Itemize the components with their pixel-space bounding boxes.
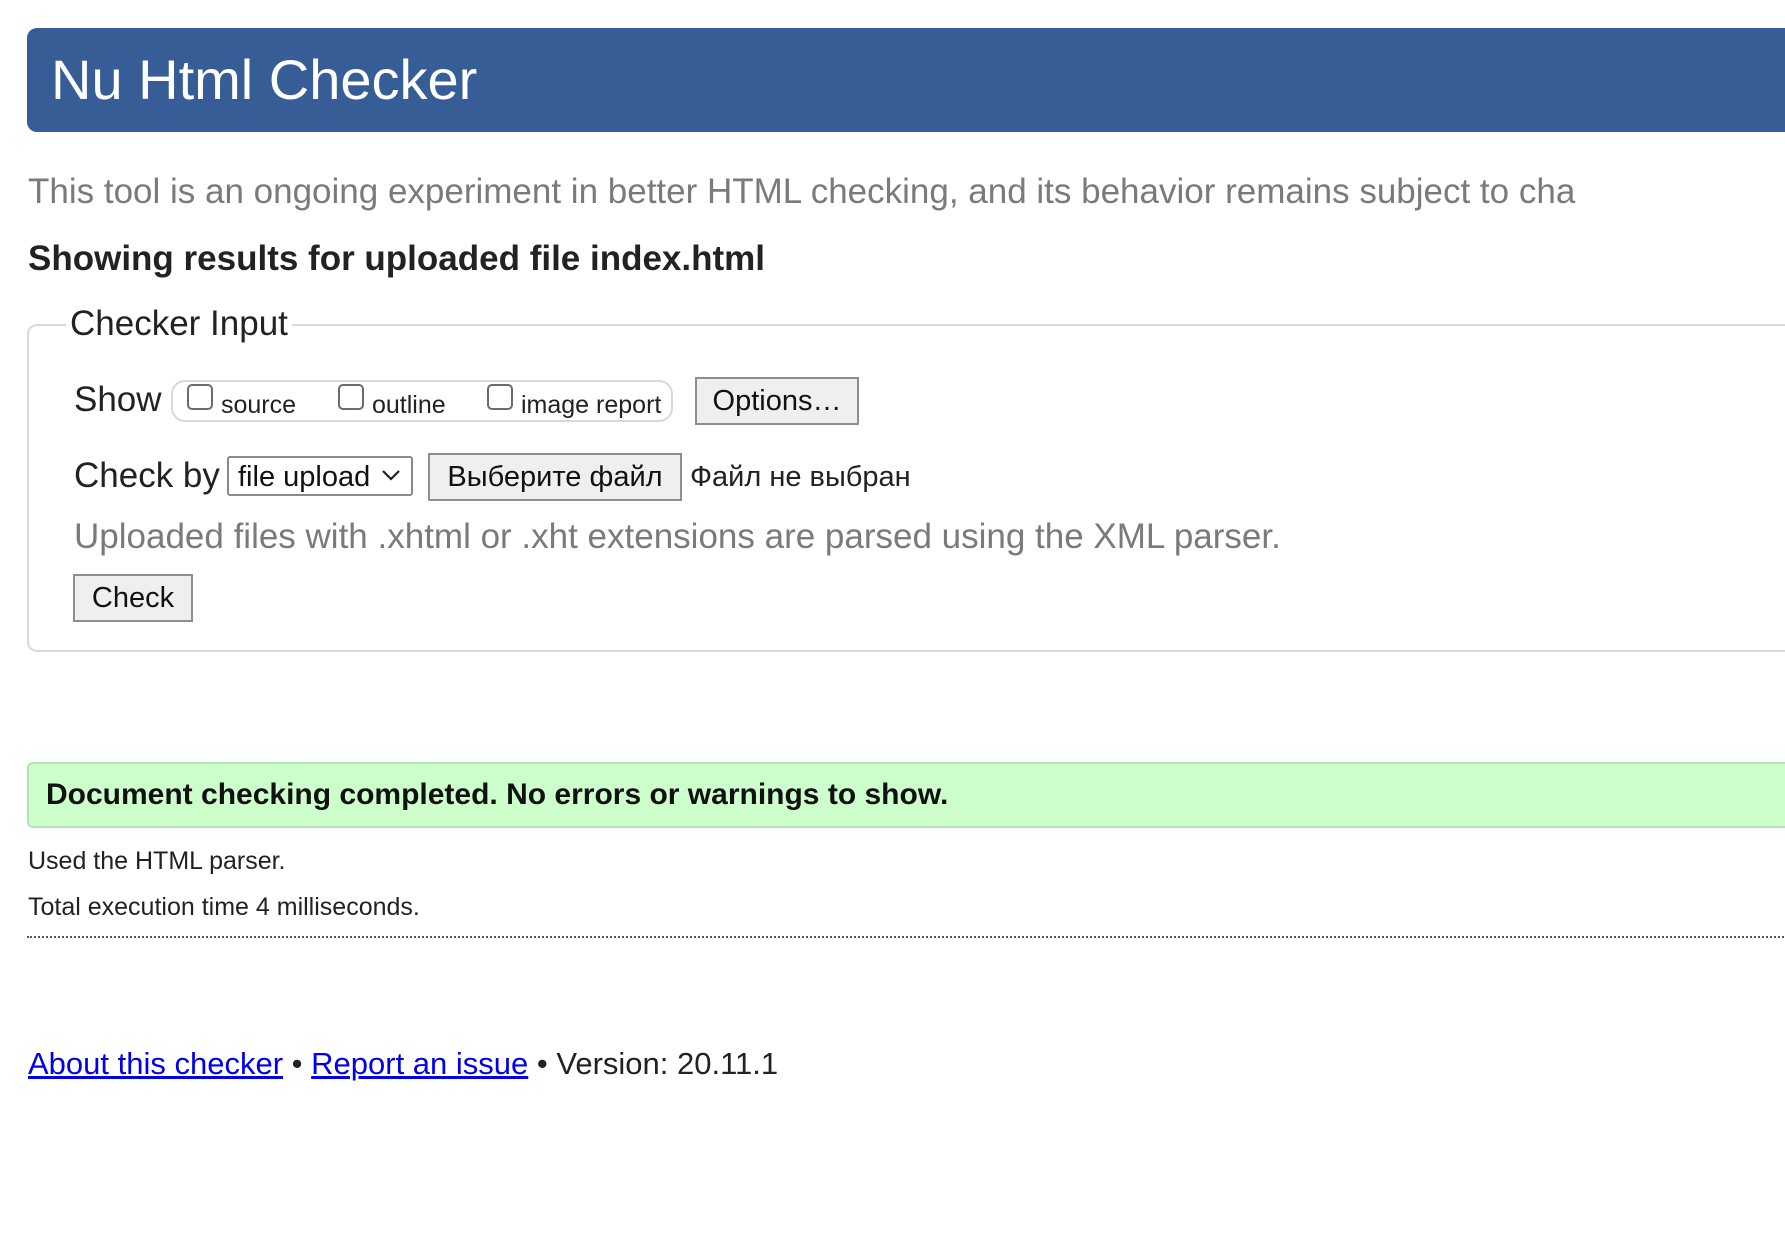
parser-note: Uploaded files with .xhtml or .xht exten… xyxy=(74,517,1281,556)
source-checkbox[interactable] xyxy=(187,384,213,410)
checker-input-legend: Checker Input xyxy=(66,304,292,344)
image-report-checkbox-label[interactable]: image report xyxy=(521,390,661,420)
options-button[interactable]: Options… xyxy=(695,377,859,425)
show-options-group: source outline image report xyxy=(171,380,673,422)
chevron-down-icon xyxy=(382,470,400,481)
show-label: Show xyxy=(74,380,162,419)
parser-used-text: Used the HTML parser. xyxy=(28,847,286,875)
footer-separator: • xyxy=(291,1046,303,1081)
check-by-select[interactable]: file upload xyxy=(227,456,413,496)
about-checker-link[interactable]: About this checker xyxy=(28,1046,283,1081)
footer: About this checker • Report an issue • V… xyxy=(28,1044,778,1084)
dotted-divider xyxy=(27,936,1785,938)
checker-input-fieldset: Checker Input Show source outline image … xyxy=(27,304,1785,652)
source-checkbox-label[interactable]: source xyxy=(221,390,296,420)
version-text: Version: 20.11.1 xyxy=(556,1046,779,1081)
footer-separator: • xyxy=(536,1046,548,1081)
page: Nu Html Checker This tool is an ongoing … xyxy=(0,0,1785,1252)
check-by-selected-value[interactable]: file upload xyxy=(238,460,370,494)
execution-time-text: Total execution time 4 milliseconds. xyxy=(28,893,420,921)
choose-file-button[interactable]: Выберите файл xyxy=(428,453,682,501)
success-message: Document checking completed. No errors o… xyxy=(46,778,949,811)
image-report-checkbox[interactable] xyxy=(487,384,513,410)
results-heading: Showing results for uploaded file index.… xyxy=(28,239,765,278)
page-header: Nu Html Checker xyxy=(27,28,1785,132)
check-by-label: Check by xyxy=(74,456,220,495)
page-title: Nu Html Checker xyxy=(51,48,478,111)
report-issue-link[interactable]: Report an issue xyxy=(311,1046,528,1081)
outline-checkbox[interactable] xyxy=(338,384,364,410)
intro-text: This tool is an ongoing experiment in be… xyxy=(28,172,1576,211)
outline-checkbox-label[interactable]: outline xyxy=(372,390,446,420)
success-message-box: Document checking completed. No errors o… xyxy=(27,762,1785,828)
check-button[interactable]: Check xyxy=(73,574,193,622)
file-status-text: Файл не выбран xyxy=(690,461,911,493)
